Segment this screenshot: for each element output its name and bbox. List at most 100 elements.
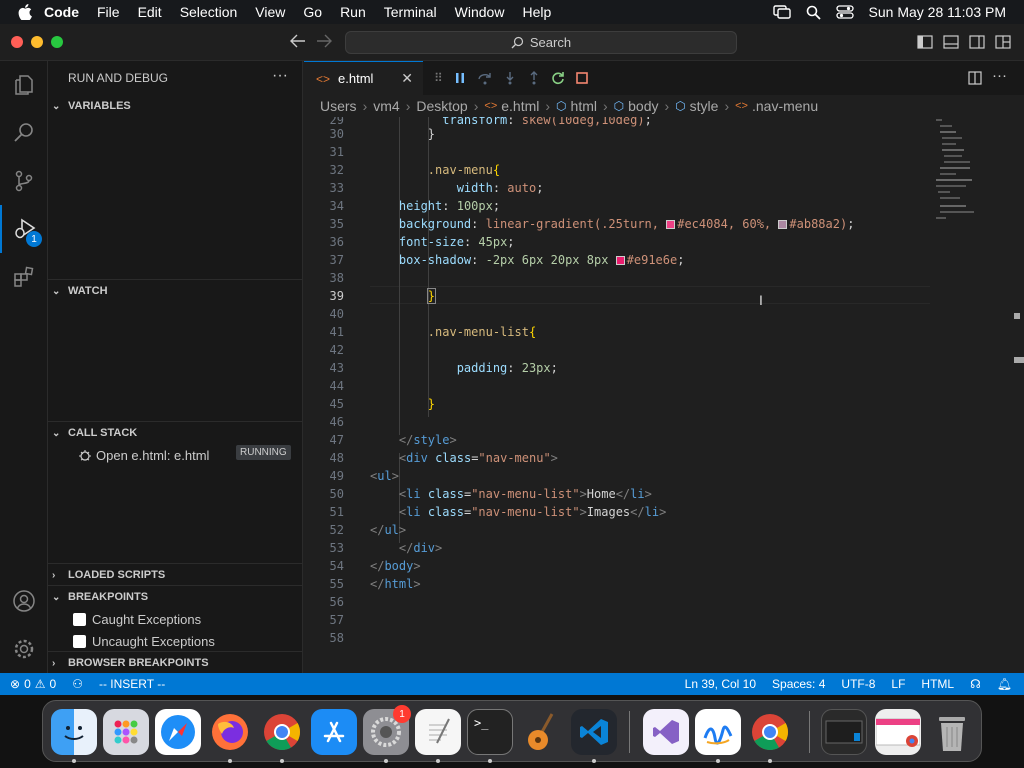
end-of-line[interactable]: LF xyxy=(883,677,913,691)
cursor-position[interactable]: Ln 39, Col 10 xyxy=(677,677,764,691)
breadcrumb-item[interactable]: vm4 xyxy=(373,98,399,114)
language-mode[interactable]: HTML xyxy=(913,677,962,691)
variables-section-header[interactable]: ⌄ VARIABLES xyxy=(48,95,303,117)
explorer-icon[interactable] xyxy=(0,61,48,109)
uncaught-exceptions-row[interactable]: Uncaught Exceptions xyxy=(73,630,215,652)
caught-exceptions-row[interactable]: Caught Exceptions xyxy=(73,608,201,630)
menu-go[interactable]: Go xyxy=(294,4,331,20)
call-stack-label: CALL STACK xyxy=(68,427,138,439)
textedit-icon[interactable] xyxy=(415,709,461,755)
launchpad-icon[interactable] xyxy=(103,709,149,755)
tab-e-html[interactable]: <> e.html ✕ xyxy=(304,61,423,95)
customize-layout-icon[interactable] xyxy=(995,35,1011,49)
breadcrumb-item[interactable]: body xyxy=(628,98,658,114)
loaded-scripts-section-header[interactable]: › LOADED SCRIPTS xyxy=(48,564,303,586)
visual-studio-icon[interactable] xyxy=(643,709,689,755)
step-out-icon[interactable] xyxy=(527,71,541,85)
chrome-icon[interactable] xyxy=(259,709,305,755)
app-store-icon[interactable] xyxy=(311,709,357,755)
menu-run[interactable]: Run xyxy=(331,4,375,20)
debug-icon: ⚇ xyxy=(72,677,83,691)
screen-mirroring-icon[interactable] xyxy=(772,5,791,19)
accounts-icon[interactable] xyxy=(0,577,48,625)
run-and-debug-sidebar: RUN AND DEBUG ··· ⌄ VARIABLES ⌄ WATCH ⌄ … xyxy=(48,61,303,673)
breadcrumb-item[interactable]: e.html xyxy=(501,98,539,114)
code-editor[interactable]: 29 30 31 32 33 34 35 36 37 38 39 40 41 4… xyxy=(304,117,1024,673)
terminal-icon[interactable]: >_ xyxy=(467,709,513,755)
menu-view[interactable]: View xyxy=(246,4,294,20)
pause-icon[interactable] xyxy=(453,71,467,85)
spotlight-search-icon[interactable] xyxy=(806,5,821,20)
menu-edit[interactable]: Edit xyxy=(129,4,171,20)
source-control-icon[interactable] xyxy=(0,157,48,205)
indentation[interactable]: Spaces: 4 xyxy=(764,677,833,691)
step-into-icon[interactable] xyxy=(503,71,517,85)
control-center-icon[interactable] xyxy=(835,5,854,19)
uncaught-exceptions-checkbox[interactable] xyxy=(73,634,86,648)
error-icon: ⊗ xyxy=(10,677,21,691)
breadcrumb-item[interactable]: html xyxy=(571,98,597,114)
stop-icon[interactable] xyxy=(575,71,589,85)
running-indicator xyxy=(488,759,492,763)
caught-exceptions-checkbox[interactable] xyxy=(73,612,86,626)
color-swatch[interactable] xyxy=(666,220,676,229)
encoding[interactable]: UTF-8 xyxy=(833,677,883,691)
browser-breakpoints-section-header[interactable]: › BROWSER BREAKPOINTS xyxy=(48,652,303,674)
menu-terminal[interactable]: Terminal xyxy=(375,4,446,20)
sidebar-title: RUN AND DEBUG xyxy=(68,71,169,85)
watch-section-header[interactable]: ⌄ WATCH xyxy=(48,280,303,302)
freeform-icon[interactable] xyxy=(695,709,741,755)
menu-window[interactable]: Window xyxy=(446,4,514,20)
more-actions-icon[interactable]: ··· xyxy=(272,67,288,85)
breadcrumb-item[interactable]: style xyxy=(690,98,719,114)
forward-arrow-icon[interactable] xyxy=(316,34,332,48)
breadcrumb-item[interactable]: Users xyxy=(320,98,357,114)
search-icon[interactable] xyxy=(0,109,48,157)
menu-clock[interactable]: Sun May 28 11:03 PM xyxy=(869,4,1006,20)
breadcrumb-item[interactable]: Desktop xyxy=(416,98,467,114)
call-stack-section-header[interactable]: ⌄ CALL STACK xyxy=(48,422,303,444)
firefox-icon[interactable] xyxy=(207,709,253,755)
color-swatch[interactable] xyxy=(615,256,625,265)
more-actions-icon[interactable]: ··· xyxy=(992,67,1007,84)
close-tab-icon[interactable]: ✕ xyxy=(401,70,413,87)
chrome-2-icon[interactable] xyxy=(747,709,793,755)
notifications-bell-icon[interactable]: 🔔︎ xyxy=(989,677,1024,691)
garageband-icon[interactable] xyxy=(519,709,565,755)
color-swatch[interactable] xyxy=(778,220,788,229)
call-stack-item[interactable]: Open e.html: e.html xyxy=(78,444,209,466)
vscode-icon[interactable] xyxy=(571,709,617,755)
close-window-button[interactable] xyxy=(11,36,23,48)
code-line: background: linear-gradient(.25turn, #ec… xyxy=(398,217,855,231)
zoom-window-button[interactable] xyxy=(51,36,63,48)
feedback-icon[interactable]: ☊ xyxy=(962,677,989,691)
menu-help[interactable]: Help xyxy=(513,4,560,20)
back-arrow-icon[interactable] xyxy=(290,34,306,48)
menu-selection[interactable]: Selection xyxy=(171,4,247,20)
debug-status[interactable]: ⚇ xyxy=(64,677,91,691)
recent-window-thumbnail[interactable] xyxy=(821,709,867,755)
restart-icon[interactable] xyxy=(551,71,565,85)
minimap[interactable] xyxy=(932,117,1010,237)
apple-icon[interactable] xyxy=(12,4,38,20)
finder-icon[interactable] xyxy=(51,709,97,755)
extensions-icon[interactable] xyxy=(0,253,48,301)
menu-file[interactable]: File xyxy=(88,4,129,20)
menu-app-name[interactable]: Code xyxy=(38,4,88,20)
settings-gear-icon[interactable] xyxy=(0,625,48,673)
trash-icon[interactable] xyxy=(929,709,975,755)
problems-status[interactable]: ⊗ 0 ⚠ 0 xyxy=(0,677,64,691)
run-and-debug-icon[interactable]: 1 xyxy=(0,205,48,253)
minimize-window-button[interactable] xyxy=(31,36,43,48)
split-editor-icon[interactable] xyxy=(968,71,982,85)
toggle-primary-sidebar-icon[interactable] xyxy=(917,35,933,49)
step-over-icon[interactable] xyxy=(477,71,493,85)
drag-handle-icon[interactable]: ⠿ xyxy=(434,71,443,85)
safari-icon[interactable] xyxy=(155,709,201,755)
toggle-panel-icon[interactable] xyxy=(943,35,959,49)
recent-window-thumbnail[interactable] xyxy=(875,709,921,755)
breakpoints-section-header[interactable]: ⌄ BREAKPOINTS xyxy=(48,586,303,608)
command-center-search[interactable]: Search xyxy=(345,31,737,54)
toggle-secondary-sidebar-icon[interactable] xyxy=(969,35,985,49)
breadcrumb-item[interactable]: .nav-menu xyxy=(752,98,818,114)
